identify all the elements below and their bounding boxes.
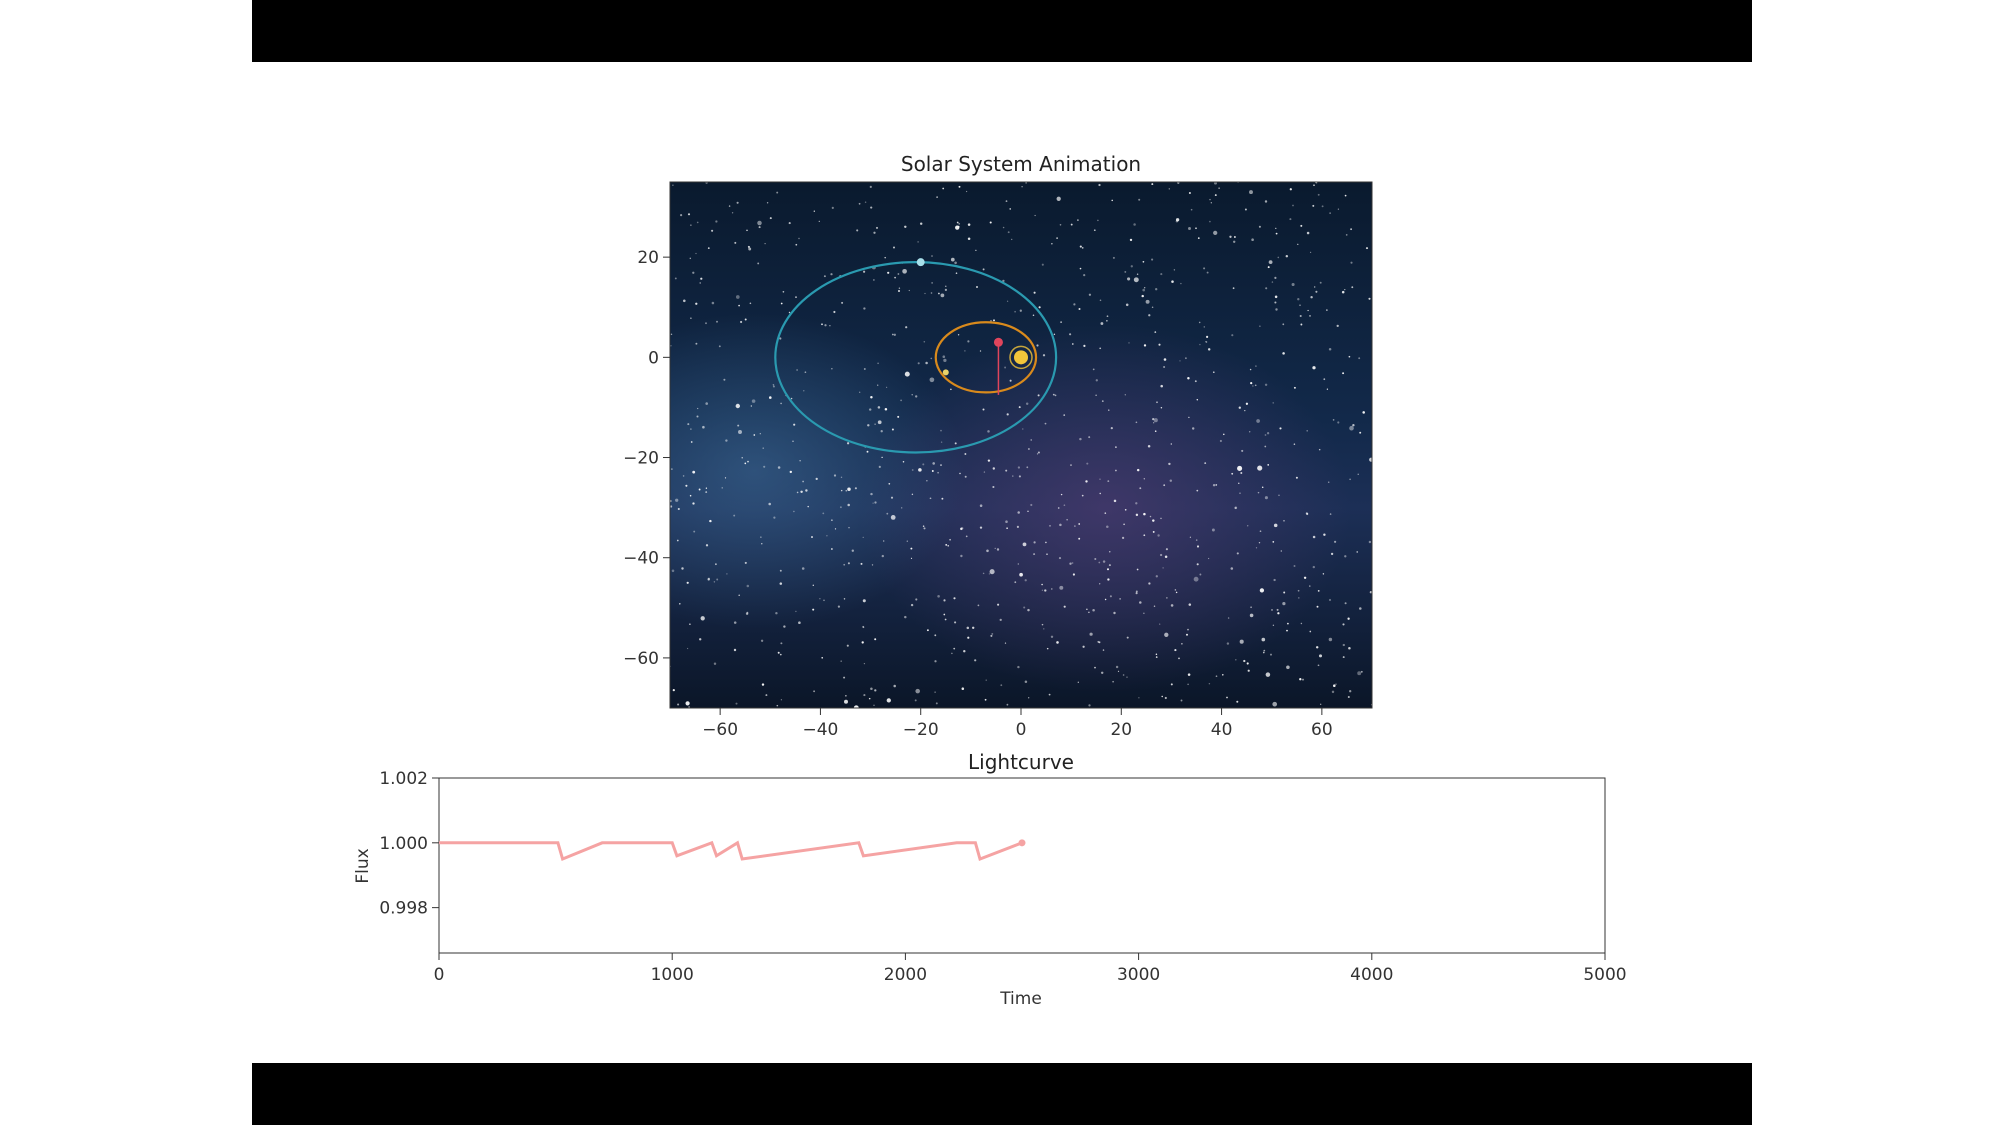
lc-y-tick-label: 1.002 xyxy=(379,769,428,789)
flux-current-point xyxy=(1018,839,1026,847)
figure: Solar System Animation −60 −40 −20 0 20 40 60 … xyxy=(353,152,1627,1009)
lc-x-tick-label: 2000 xyxy=(884,965,927,985)
y-tick-label: −20 xyxy=(623,449,659,469)
y-axis-ticks: 20 0 −20 −40 −60 xyxy=(623,248,670,669)
starfield-background xyxy=(670,182,1372,708)
inner-planet xyxy=(993,337,1003,347)
small-planet xyxy=(942,369,949,376)
lc-x-tick-label: 0 xyxy=(434,965,445,985)
lightcurve-x-ticks: 0 1000 2000 3000 4000 5000 xyxy=(434,953,1627,985)
y-tick-label: 0 xyxy=(648,348,659,368)
x-tick-label: −60 xyxy=(702,720,738,740)
lightcurve-title: Lightcurve xyxy=(968,750,1074,774)
y-tick-label: −40 xyxy=(623,549,659,569)
plot-title: Solar System Animation xyxy=(901,152,1141,176)
y-tick-label: 20 xyxy=(637,248,659,268)
x-tick-label: 0 xyxy=(1016,720,1027,740)
lc-y-tick-label: 0.998 xyxy=(379,899,428,919)
lc-x-tick-label: 1000 xyxy=(651,965,694,985)
lc-y-tick-label: 1.000 xyxy=(379,834,428,854)
lightcurve-y-ticks: 1.002 1.000 0.998 xyxy=(379,769,439,919)
lc-x-tick-label: 4000 xyxy=(1350,965,1393,985)
lightcurve-frame xyxy=(438,777,1606,954)
x-tick-label: 20 xyxy=(1110,720,1132,740)
outer-planet xyxy=(916,258,925,267)
y-tick-label: −60 xyxy=(623,649,659,669)
x-tick-label: 40 xyxy=(1211,720,1233,740)
lightcurve-xlabel: Time xyxy=(999,989,1042,1009)
star-marker xyxy=(1014,350,1028,365)
x-axis-ticks: −60 −40 −20 0 20 40 60 xyxy=(702,708,1333,740)
lightcurve-ylabel: Flux xyxy=(353,848,373,883)
lc-x-tick-label: 5000 xyxy=(1583,965,1626,985)
lc-x-tick-label: 3000 xyxy=(1117,965,1160,985)
x-tick-label: −40 xyxy=(802,720,838,740)
x-tick-label: −20 xyxy=(903,720,939,740)
x-tick-label: 60 xyxy=(1311,720,1333,740)
